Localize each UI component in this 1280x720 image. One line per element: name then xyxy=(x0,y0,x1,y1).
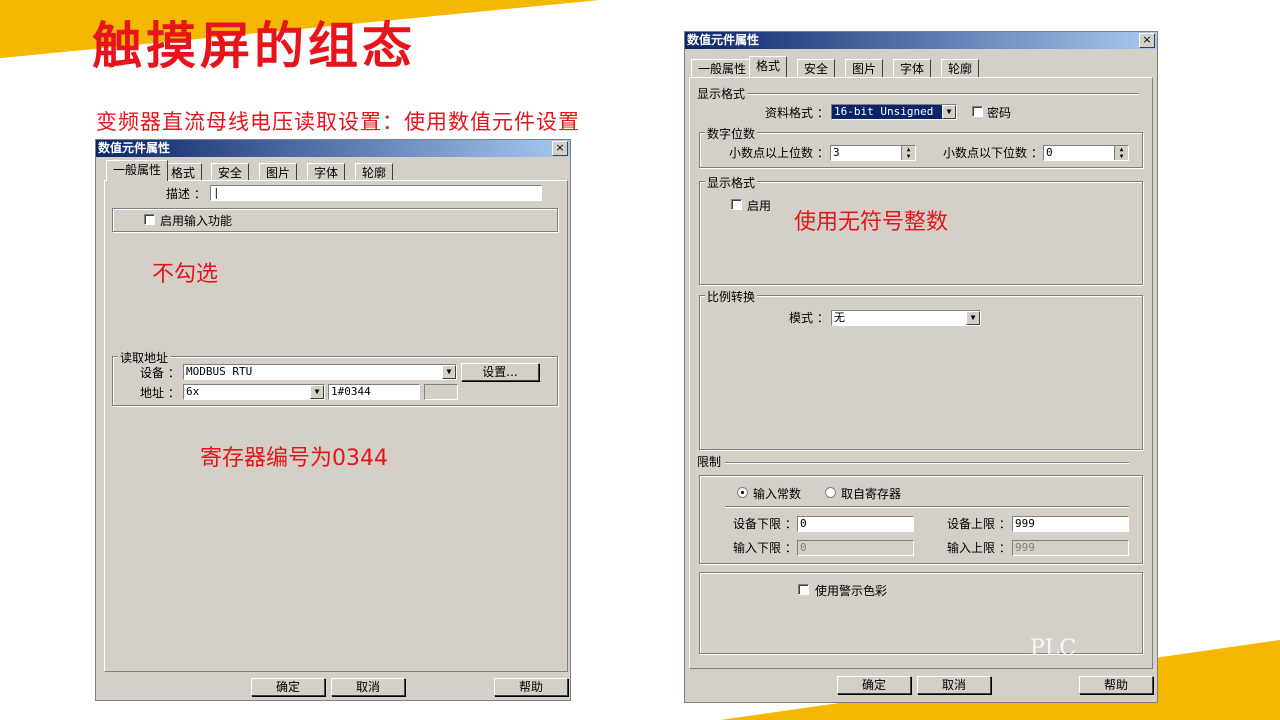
input-low-input: 0 xyxy=(797,540,914,556)
digits-group-label: 数字位数 xyxy=(705,125,758,142)
desc-label: 描述 ： xyxy=(166,187,206,201)
mode-select[interactable]: 无 ▼ xyxy=(831,310,981,326)
int-digits-label: 小数点以上位数 ： xyxy=(729,146,829,160)
display-format-group-label: 显示格式 xyxy=(705,174,758,191)
chevron-down-icon[interactable]: ▼ xyxy=(442,365,456,379)
tab-picture[interactable]: 图片 xyxy=(259,163,298,181)
close-icon[interactable]: × xyxy=(552,141,568,156)
left-dialog-titlebar: 数值元件属性 × xyxy=(96,140,570,157)
ok-button[interactable]: 确定 xyxy=(251,678,325,696)
password-label: 密码 xyxy=(987,106,1012,120)
from-register-radio[interactable] xyxy=(825,487,836,498)
tab-general[interactable]: 一般属性 xyxy=(106,160,169,181)
device-settings-button[interactable]: 设置... xyxy=(461,363,539,381)
display-format-section-label: 显示格式 xyxy=(697,87,746,101)
scaling-group-label: 比例转换 xyxy=(705,288,758,305)
note-unchecked: 不勾选 xyxy=(152,262,219,287)
data-format-label: 资料格式 ： xyxy=(765,106,829,120)
tab-security[interactable]: 安全 xyxy=(797,59,836,77)
warning-color-label: 使用警示色彩 xyxy=(815,584,888,598)
left-numeric-properties-dialog: 数值元件属性 × 一般属性 格式 安全 图片 字体 轮廓 描述 ： | 启用输入… xyxy=(95,139,571,701)
input-high-input: 999 xyxy=(1012,540,1129,556)
tab-outline[interactable]: 轮廓 xyxy=(941,59,980,77)
frac-digits-value: 0 xyxy=(1046,146,1053,159)
int-digits-spinner[interactable]: 3 ▲ ▼ xyxy=(830,145,916,161)
chevron-down-icon[interactable]: ▼ xyxy=(310,385,324,399)
slide-title: 触摸屏的组态 xyxy=(92,16,416,75)
enable-label: 启用 xyxy=(747,199,772,213)
device-low-label: 设备下限 ： xyxy=(733,517,797,531)
limits-inner-divider xyxy=(725,506,1129,508)
mode-value: 无 xyxy=(834,311,845,324)
password-checkbox[interactable] xyxy=(972,106,983,117)
device-value: MODBUS RTU xyxy=(186,365,253,378)
right-dialog-titlebar: 数值元件属性 × xyxy=(685,32,1157,49)
tab-format[interactable]: 格式 xyxy=(164,163,203,181)
limits-divider xyxy=(725,462,1129,464)
ok-button[interactable]: 确定 xyxy=(837,676,911,694)
enable-input-label: 启用输入功能 xyxy=(160,214,233,228)
device-high-input[interactable]: 999 xyxy=(1012,516,1129,532)
chevron-down-icon[interactable]: ▼ xyxy=(942,105,956,119)
address-extra-field xyxy=(424,384,458,400)
address-type-select[interactable]: 6x ▼ xyxy=(183,384,325,400)
limits-section-label: 限制 xyxy=(697,455,722,469)
device-select[interactable]: MODBUS RTU ▼ xyxy=(183,364,457,380)
tab-format[interactable]: 格式 xyxy=(749,56,788,77)
address-type-value: 6x xyxy=(186,385,200,398)
frac-digits-spinner[interactable]: 0 ▲ ▼ xyxy=(1043,145,1129,161)
tab-picture[interactable]: 图片 xyxy=(845,59,884,77)
note-register-number: 寄存器编号为0344 xyxy=(200,446,388,471)
data-format-select[interactable]: 16-bit Unsigned ▼ xyxy=(831,104,957,120)
tab-outline[interactable]: 轮廓 xyxy=(355,163,394,181)
enable-input-checkbox[interactable] xyxy=(144,214,155,225)
input-constant-label: 输入常数 xyxy=(753,487,802,501)
address-label: 地址 ： xyxy=(140,386,180,400)
address-input[interactable]: 1#0344 xyxy=(328,384,420,400)
right-dialog-title: 数值元件属性 xyxy=(687,33,760,47)
frac-digits-label: 小数点以下位数 ： xyxy=(943,146,1043,160)
right-numeric-properties-dialog: 数值元件属性 × 一般属性 格式 安全 图片 字体 轮廓 显示格式 资料格式 ：… xyxy=(684,31,1158,703)
input-constant-radio[interactable] xyxy=(737,487,748,498)
tab-security[interactable]: 安全 xyxy=(211,163,250,181)
spin-arrows-icon[interactable]: ▲ ▼ xyxy=(901,146,915,160)
close-icon[interactable]: × xyxy=(1139,33,1155,48)
tab-font[interactable]: 字体 xyxy=(307,163,346,181)
data-format-value: 16-bit Unsigned xyxy=(834,105,934,118)
chevron-down-icon[interactable]: ▼ xyxy=(966,311,980,325)
enable-checkbox[interactable] xyxy=(731,199,742,210)
slide-subtitle: 变频器直流母线电压读取设置：使用数值元件设置 xyxy=(96,110,580,134)
device-high-label: 设备上限 ： xyxy=(947,517,1011,531)
int-digits-value: 3 xyxy=(833,146,840,159)
device-label: 设备 ： xyxy=(140,366,180,380)
watermark-logo: PLC xyxy=(1030,636,1077,661)
device-low-input[interactable]: 0 xyxy=(797,516,914,532)
spin-arrows-icon[interactable]: ▲ ▼ xyxy=(1114,146,1128,160)
input-high-label: 输入上限 ： xyxy=(947,541,1011,555)
cancel-button[interactable]: 取消 xyxy=(917,676,991,694)
tab-general[interactable]: 一般属性 xyxy=(691,59,754,77)
display-format-divider xyxy=(747,93,1139,95)
from-register-label: 取自寄存器 xyxy=(841,487,902,501)
mode-label: 模式 ： xyxy=(789,311,829,325)
warning-color-checkbox[interactable] xyxy=(798,584,809,595)
help-button[interactable]: 帮助 xyxy=(494,678,568,696)
cancel-button[interactable]: 取消 xyxy=(331,678,405,696)
left-tab-panel xyxy=(104,180,568,672)
tab-font[interactable]: 字体 xyxy=(893,59,932,77)
input-low-label: 输入下限 ： xyxy=(733,541,797,555)
desc-input[interactable]: | xyxy=(210,185,542,201)
note-unsigned-integer: 使用无符号整数 xyxy=(794,210,949,235)
left-dialog-title: 数值元件属性 xyxy=(98,141,171,155)
